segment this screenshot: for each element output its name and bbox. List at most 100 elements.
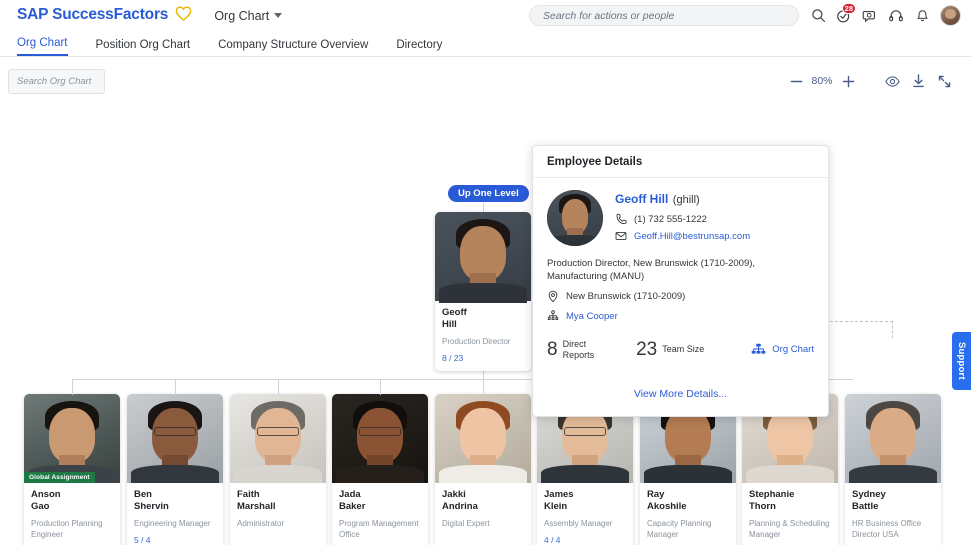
card-last-name: Andrina [442,501,524,513]
support-side-tab[interactable]: Support [952,332,971,390]
card-title: Engineering Manager [134,518,216,529]
org-chart-canvas: 80% [0,57,971,545]
connector-drop-1 [72,379,73,395]
card-info: Faith Marshall Administrator [230,483,326,537]
user-avatar[interactable] [940,5,961,26]
global-search-input[interactable] [543,10,785,22]
card-count[interactable]: 4 / 4 [544,535,626,545]
app-switcher[interactable]: Org Chart [214,9,282,23]
phone-icon [615,213,627,225]
connector-drop-5 [483,379,484,395]
view-more-details-link[interactable]: View More Details... [533,374,828,416]
card-first-name: Sydney [852,489,934,501]
card-title: Program Management Office [339,518,421,540]
org-node-root[interactable]: Geoff Hill Production Director 8 / 23 [435,212,531,371]
org-card-anson-gao[interactable]: Global Assignment Anson Gao Production P… [24,394,120,545]
root-node-photo [435,212,531,301]
card-first-name: Stephanie [749,489,831,501]
card-first-name: James [544,489,626,501]
employee-phone: (1) 732 555-1222 [634,214,707,225]
org-chart-icon [751,343,766,357]
employee-name-row: Geoff Hill (ghill) [615,190,814,208]
card-info: Stephanie Thorn Planning & Scheduling Ma… [742,483,838,545]
employee-phone-row: (1) 732 555-1222 [615,213,814,225]
card-title: Assembly Manager [544,518,626,529]
headset-icon [888,8,904,24]
direct-reports-label-line2: Reports [563,350,595,361]
card-info: Anson Gao Production Planning Engineer [24,483,120,545]
tab-org-chart[interactable]: Org Chart [17,37,68,56]
card-first-name: Ray [647,489,729,501]
card-last-name: Thorn [749,501,831,513]
tab-directory[interactable]: Directory [396,39,442,56]
org-card-faith-marshall[interactable]: Faith Marshall Administrator [230,394,326,545]
employee-job-title: Production Director, New Brunswick (1710… [547,257,814,283]
employee-username: (ghill) [673,194,700,206]
chevron-down-icon [274,13,282,18]
employee-manager-link[interactable]: Mya Cooper [566,311,618,322]
employee-manager-row: Mya Cooper [547,310,814,323]
tasks-badge: 28 [842,3,856,14]
card-title: Capacity Planning Manager [647,518,729,540]
connector-drop-2 [175,379,176,395]
root-node-title: Production Director [442,336,524,347]
card-first-name: Jakki [442,489,524,501]
main-tab-navigation: Org Chart Position Org Chart Company Str… [0,31,971,57]
team-size-label: Team Size [662,344,704,355]
connector-drop-3 [278,379,279,395]
employee-email-link[interactable]: Geoff.Hill@bestrunsap.com [634,231,750,242]
tab-company-structure-overview[interactable]: Company Structure Overview [218,39,368,56]
sap-successfactors-logo[interactable]: SAP SuccessFactors [17,6,192,26]
org-card-jakki-andrina[interactable]: Jakki Andrina Digital Expert [435,394,531,545]
up-one-level-button[interactable]: Up One Level [448,185,529,202]
employee-identity-row: Geoff Hill (ghill) (1) 732 555-1222 [547,190,814,246]
search-icon-button[interactable] [805,3,831,29]
card-count[interactable]: 5 / 4 [134,535,216,545]
messages-icon-button[interactable] [857,3,883,29]
employee-contact-block: Geoff Hill (ghill) (1) 732 555-1222 [615,190,814,246]
card-first-name: Faith [237,489,319,501]
connector-matrix-drop [892,321,893,338]
direct-reports-count: 8 [547,341,558,359]
top-header-bar: SAP SuccessFactors Org Chart 28 [0,0,971,31]
employee-details-body: Geoff Hill (ghill) (1) 732 555-1222 [533,178,828,374]
root-node-count[interactable]: 8 / 23 [442,353,524,363]
card-info: Ray Akoshile Capacity Planning Manager [640,483,736,545]
org-chart-link-button[interactable]: Org Chart [751,343,814,357]
card-photo [127,394,223,483]
search-icon [811,8,826,23]
card-title: Administrator [237,518,319,529]
card-title: Planning & Scheduling Manager [749,518,831,540]
tab-position-org-chart[interactable]: Position Org Chart [96,39,191,56]
root-node-last-name: Hill [442,319,524,331]
employee-name-link[interactable]: Geoff Hill [615,192,668,206]
employee-location-row: New Brunswick (1710-2009) [547,290,814,303]
root-node-first-name: Geoff [442,307,524,319]
org-card-sydney-battle[interactable]: Sydney Battle HR Business Office Directo… [845,394,941,545]
card-title: Production Planning Engineer [31,518,113,540]
card-photo [332,394,428,483]
card-photo [230,394,326,483]
connector-drop-4 [380,379,381,395]
direct-reports-stat: 8 Direct Reports [547,339,594,360]
root-node-info: Geoff Hill Production Director 8 / 23 [435,301,531,371]
employee-details-panel: Employee Details Geoff Hill (ghill) [532,145,829,417]
team-size-stat: 23 Team Size [636,341,704,359]
card-title: Digital Expert [442,518,524,529]
support-headset-icon-button[interactable] [883,3,909,29]
card-first-name: Anson [31,489,113,501]
card-photo [435,394,531,483]
employee-avatar [547,190,603,246]
tasks-icon-button[interactable]: 28 [831,3,857,29]
card-last-name: Marshall [237,501,319,513]
heart-icon [175,6,192,26]
employee-stats-row: 8 Direct Reports 23 Team Size [547,339,814,364]
card-info: James Klein Assembly Manager 4 / 4 [537,483,633,545]
global-search-box[interactable] [529,5,799,26]
org-card-jada-baker[interactable]: Jada Baker Program Management Office +1 … [332,394,428,545]
notifications-icon-button[interactable] [909,3,935,29]
org-card-ben-shervin[interactable]: Ben Shervin Engineering Manager 5 / 4 [127,394,223,545]
location-pin-icon [547,290,559,303]
card-last-name: Battle [852,501,934,513]
employee-email-row: Geoff.Hill@bestrunsap.com [615,230,814,242]
